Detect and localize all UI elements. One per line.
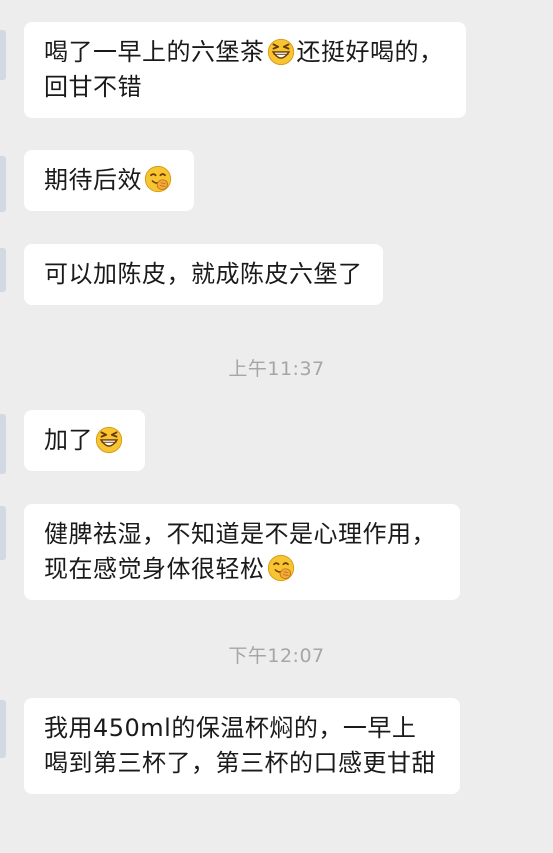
grin-emoji-icon: [95, 426, 123, 454]
timestamp: 上午11:37: [228, 358, 325, 380]
message-bubble[interactable]: 可以加陈皮，就成陈皮六堡了: [24, 244, 383, 305]
message-bubble[interactable]: 我用450ml的保温杯焖的，一早上喝到第三杯了，第三杯的口感更甘甜: [24, 698, 460, 794]
message-bubble[interactable]: 加了: [24, 410, 145, 471]
avatar[interactable]: [0, 506, 6, 560]
message-text: 可以加陈皮，就成陈皮六堡了: [44, 260, 363, 288]
message-text: 健脾祛湿，不知道是不是心理作用，现在感觉身体很轻松: [44, 520, 436, 583]
grin-emoji-icon: [267, 38, 294, 66]
chuckle-emoji-icon: [267, 554, 294, 582]
message-bubble[interactable]: 喝了一早上的六堡茶 还挺好喝的，回甘不错: [24, 22, 466, 118]
message-text: 我用450ml的保温杯焖的，一早上喝到第三杯了，第三杯的口感更甘甜: [44, 714, 436, 777]
message-text: 喝了一早上的六堡茶: [44, 38, 265, 66]
avatar[interactable]: [0, 700, 6, 758]
avatar[interactable]: [0, 30, 6, 80]
message-text: 加了: [44, 426, 93, 454]
chuckle-emoji-icon: [144, 165, 172, 193]
message-bubble[interactable]: 健脾祛湿，不知道是不是心理作用，现在感觉身体很轻松: [24, 504, 460, 600]
avatar[interactable]: [0, 248, 6, 292]
message-bubble[interactable]: 期待后效: [24, 150, 194, 211]
timestamp: 下午12:07: [228, 645, 325, 667]
message-text: 期待后效: [44, 166, 142, 194]
avatar[interactable]: [0, 414, 6, 474]
avatar[interactable]: [0, 156, 6, 212]
